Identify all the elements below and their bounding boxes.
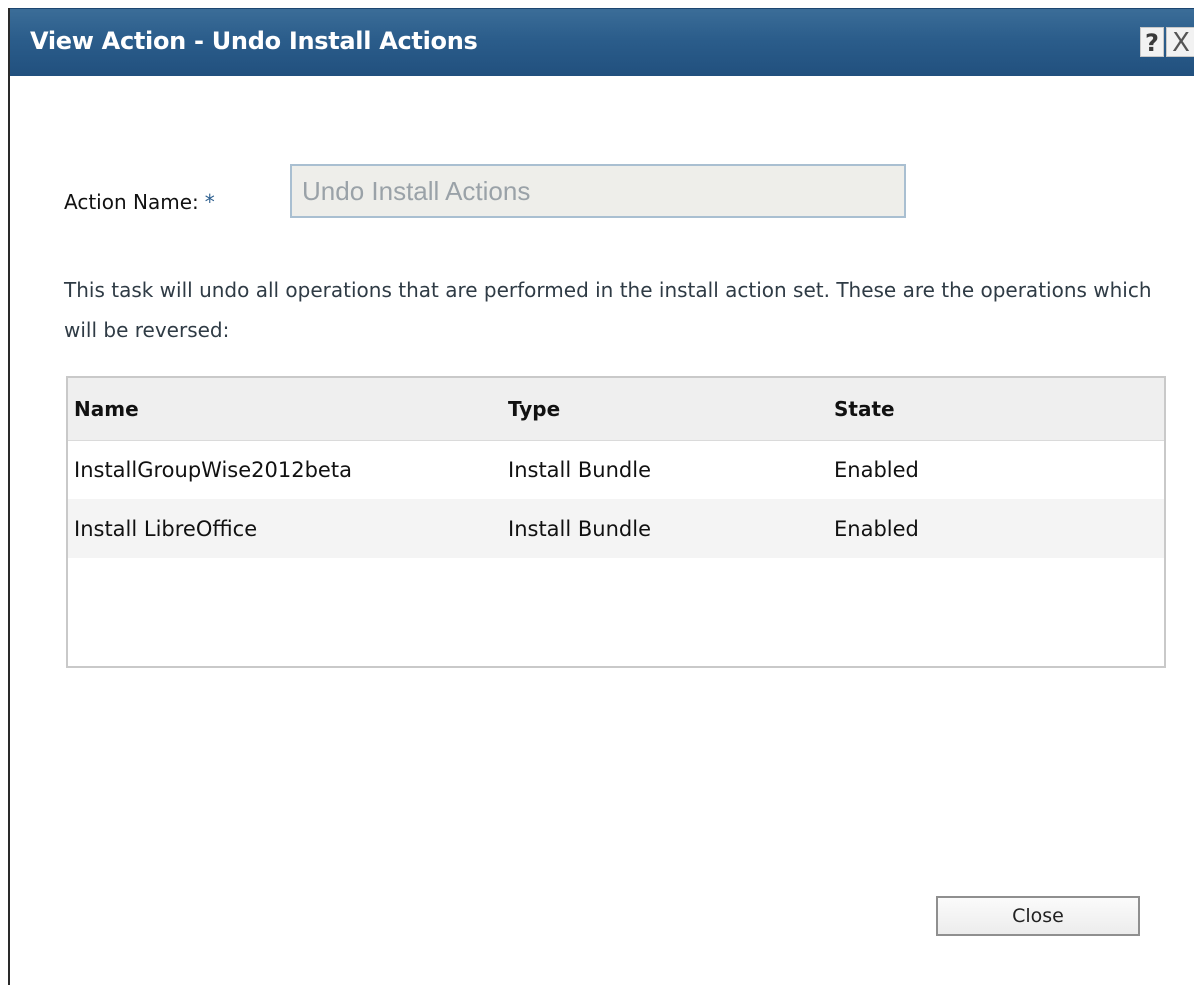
dialog-title: View Action - Undo Install Actions (30, 27, 478, 55)
row-name-cell: Install LibreOffice (74, 516, 258, 541)
dialog-titlebar[interactable]: View Action - Undo Install Actions ? X (10, 8, 1194, 76)
row-state-cell: Enabled (834, 457, 919, 482)
column-header-name[interactable]: Name (68, 378, 502, 440)
operations-table: Name Type State InstallGroupWise2012beta… (66, 376, 1166, 668)
action-name-label-text: Action Name: (64, 190, 199, 214)
action-name-field[interactable] (290, 164, 906, 218)
table-row[interactable]: Install LibreOffice Install Bundle Enabl… (68, 499, 1164, 558)
help-icon[interactable]: ? (1140, 27, 1164, 57)
view-action-dialog: View Action - Undo Install Actions ? X A… (8, 8, 1194, 985)
description-text: This task will undo all operations that … (64, 278, 1152, 342)
table-header-row: Name Type State (68, 378, 1164, 440)
table-row[interactable]: InstallGroupWise2012beta Install Bundle … (68, 440, 1164, 499)
row-name-cell: InstallGroupWise2012beta (74, 457, 352, 482)
row-state-cell: Enabled (834, 516, 919, 541)
column-header-state[interactable]: State (828, 378, 1164, 440)
column-header-type[interactable]: Type (502, 378, 828, 440)
row-type-cell: Install Bundle (508, 457, 652, 482)
close-button[interactable]: Close (936, 896, 1140, 936)
required-marker: * (204, 190, 215, 214)
row-type-cell: Install Bundle (508, 516, 652, 541)
action-name-label: Action Name: * (64, 190, 215, 214)
close-icon[interactable]: X (1166, 27, 1194, 58)
